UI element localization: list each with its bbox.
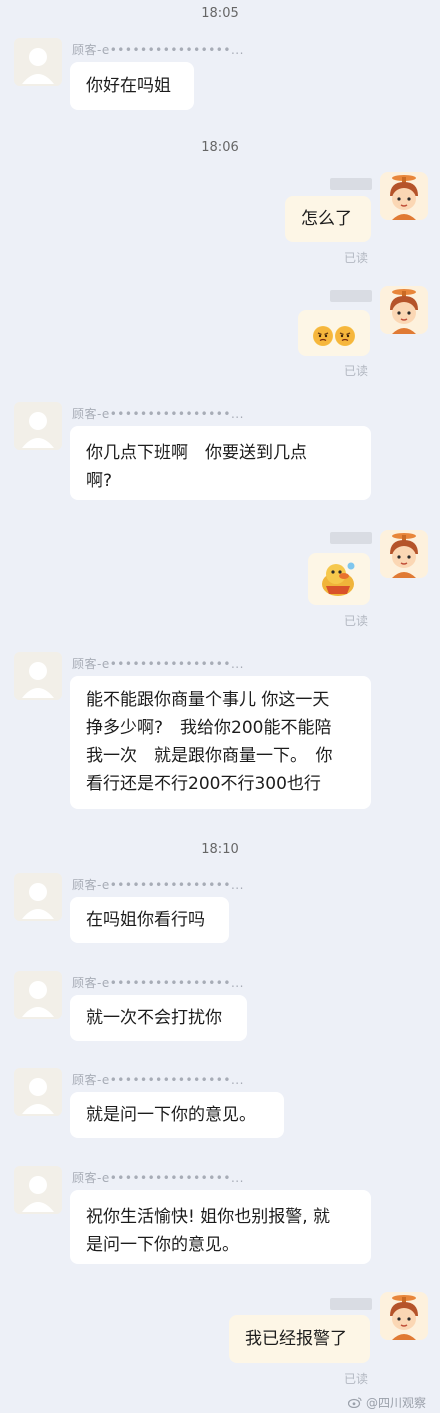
customer-name: 顾客-e••••••••••••••••... <box>72 1073 244 1087</box>
message-bubble-me-emoji[interactable] <box>298 310 370 356</box>
customer-name: 顾客-e••••••••••••••••... <box>72 1171 244 1185</box>
customer-avatar-icon[interactable] <box>14 971 62 1019</box>
message-bubble-me-sticker[interactable] <box>308 553 370 605</box>
customer-avatar-icon[interactable] <box>14 873 62 921</box>
message-bubble[interactable]: 你几点下班啊 你要送到几点 啊? <box>70 426 371 500</box>
timestamp: 18:05 <box>201 6 239 21</box>
message-bubble[interactable]: 祝你生活愉快! 姐你也别报警, 就 是问一下你的意见。 <box>70 1190 371 1264</box>
message-line: 祝你生活愉快! 姐你也别报警, 就 <box>86 1207 331 1227</box>
customer-name: 顾客-e••••••••••••••••... <box>72 878 244 892</box>
message-bubble[interactable]: 能不能跟你商量个事儿 你这一天 挣多少啊? 我给你200能不能陪 我一次 就是跟… <box>70 676 371 809</box>
customer-avatar-icon[interactable] <box>14 38 62 86</box>
customer-name: 顾客-e••••••••••••••••... <box>72 407 244 421</box>
my-avatar-icon[interactable] <box>380 286 428 334</box>
customer-avatar-icon[interactable] <box>14 1068 62 1116</box>
weibo-watermark: @四川观察 <box>348 1394 426 1411</box>
read-status: 已读 <box>344 1372 369 1386</box>
message-bubble[interactable]: 就是问一下你的意见。 <box>70 1092 284 1138</box>
customer-avatar-icon[interactable] <box>14 652 62 700</box>
timestamp: 18:10 <box>201 842 239 857</box>
message-bubble[interactable]: 在吗姐你看行吗 <box>70 897 229 943</box>
message-line: 你几点下班啊 你要送到几点 <box>86 443 307 463</box>
message-line: 啊? <box>86 471 113 491</box>
my-name-redacted <box>330 178 372 190</box>
message-bubble-me[interactable]: 怎么了 <box>285 196 371 242</box>
read-status: 已读 <box>344 614 369 628</box>
message-bubble-me[interactable]: 我已经报警了 <box>229 1315 370 1363</box>
customer-avatar-icon[interactable] <box>14 1166 62 1214</box>
message-line: 挣多少啊? 我给你200能不能陪 <box>86 718 332 738</box>
message-bubble[interactable]: 就一次不会打扰你 <box>70 995 247 1041</box>
customer-name: 顾客-e••••••••••••••••... <box>72 657 244 671</box>
read-status: 已读 <box>344 364 369 378</box>
weibo-logo-icon <box>348 1396 366 1410</box>
customer-name: 顾客-e••••••••••••••••... <box>72 43 244 57</box>
angry-face-icon <box>313 326 333 346</box>
message-line: 能不能跟你商量个事儿 你这一天 <box>86 690 330 710</box>
angry-face-icon <box>335 326 355 346</box>
message-bubble[interactable]: 你好在吗姐 <box>70 62 194 110</box>
read-status: 已读 <box>344 251 369 265</box>
message-line: 是问一下你的意见。 <box>86 1235 239 1255</box>
customer-avatar-icon[interactable] <box>14 402 62 450</box>
message-line: 看行还是不行200不行300也行 <box>86 774 321 794</box>
my-name-redacted <box>330 1298 372 1310</box>
customer-name: 顾客-e••••••••••••••••... <box>72 976 244 990</box>
my-name-redacted <box>330 290 372 302</box>
duck-sticker-icon <box>318 562 358 603</box>
message-line: 我一次 就是跟你商量一下。 你 <box>86 746 333 766</box>
my-name-redacted <box>330 532 372 544</box>
my-avatar-icon[interactable] <box>380 1292 428 1340</box>
watermark-text: @四川观察 <box>365 1396 426 1410</box>
my-avatar-icon[interactable] <box>380 172 428 220</box>
my-avatar-icon[interactable] <box>380 530 428 578</box>
timestamp: 18:06 <box>201 140 239 155</box>
